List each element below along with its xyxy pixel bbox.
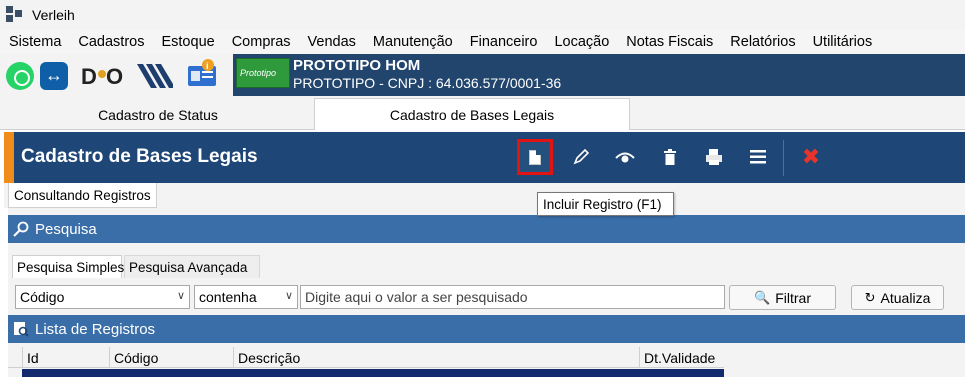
row-indicator-header bbox=[8, 347, 22, 368]
tab-consultando-registros[interactable]: Consultando Registros bbox=[8, 183, 157, 208]
form-header: Cadastro de Bases Legais ✖ bbox=[4, 132, 965, 183]
search-operator-value: contenha bbox=[199, 289, 257, 305]
menu-relatorios[interactable]: Relatórios bbox=[730, 34, 795, 50]
id-card-icon[interactable]: i bbox=[186, 58, 218, 88]
print-icon bbox=[706, 149, 722, 165]
records-grid: Id Código Descrição Dt.Validade bbox=[8, 347, 724, 377]
refresh-button-label: Atualiza bbox=[880, 289, 931, 306]
tab-pesquisa-avancada[interactable]: Pesquisa Avançada bbox=[124, 255, 260, 278]
column-header-id[interactable]: Id bbox=[22, 347, 109, 368]
search-input-placeholder: Digite aqui o valor a ser pesquisado bbox=[305, 289, 528, 305]
filter-button[interactable]: 🔍 Filtrar bbox=[729, 285, 836, 310]
menu-compras[interactable]: Compras bbox=[232, 34, 291, 50]
menu-utilitarios[interactable]: Utilitários bbox=[813, 34, 873, 50]
company-banner: Prototipo PROTOTIPO HOM PROTOTIPO - CNPJ… bbox=[233, 54, 965, 96]
new-record-button[interactable] bbox=[517, 139, 553, 175]
list-button[interactable] bbox=[740, 139, 776, 175]
print-button[interactable] bbox=[696, 139, 732, 175]
table-row[interactable] bbox=[8, 369, 724, 377]
search-section-header: Pesquisa bbox=[8, 215, 965, 243]
search-field-select[interactable]: Código ∨ bbox=[15, 285, 190, 309]
search-operator-select[interactable]: contenha ∨ bbox=[194, 285, 298, 309]
menu-estoque[interactable]: Estoque bbox=[161, 34, 214, 50]
menu-bar: Sistema Cadastros Estoque Compras Vendas… bbox=[0, 30, 965, 54]
row-indicator bbox=[8, 369, 22, 377]
delete-button[interactable] bbox=[652, 139, 688, 175]
quick-launch-bar: D O i bbox=[0, 54, 233, 96]
records-icon bbox=[13, 321, 29, 337]
menu-sistema[interactable]: Sistema bbox=[9, 34, 61, 50]
company-name: PROTOTIPO HOM bbox=[293, 57, 421, 74]
document-tabs: Cadastro de Status Cadastro de Bases Leg… bbox=[0, 96, 965, 130]
mode-tabs: Consultando Registros bbox=[4, 183, 965, 208]
toolbar-separator bbox=[783, 140, 784, 176]
view-button[interactable] bbox=[607, 139, 643, 175]
search-input[interactable]: Digite aqui o valor a ser pesquisado bbox=[300, 285, 725, 309]
svg-text:i: i bbox=[206, 61, 209, 71]
menu-financeiro[interactable]: Financeiro bbox=[470, 34, 538, 50]
svg-text:O: O bbox=[106, 64, 123, 89]
header-accent bbox=[4, 132, 14, 183]
delete-icon bbox=[664, 149, 676, 165]
search-field-value: Código bbox=[20, 289, 65, 305]
svg-text:D: D bbox=[81, 64, 96, 89]
tab-cadastro-bases-legais[interactable]: Cadastro de Bases Legais bbox=[314, 98, 630, 130]
column-header-descricao[interactable]: Descrição bbox=[233, 347, 639, 368]
chevron-down-icon: ∨ bbox=[284, 290, 293, 302]
records-section-title: Lista de Registros bbox=[35, 320, 156, 338]
filter-button-label: Filtrar bbox=[775, 289, 811, 306]
company-details: PROTOTIPO - CNPJ : 64.036.577/0001-36 bbox=[293, 75, 562, 91]
company-logo-text: Prototipo bbox=[240, 68, 277, 78]
app-icon bbox=[6, 6, 24, 24]
search-icon bbox=[13, 221, 29, 237]
close-button[interactable]: ✖ bbox=[793, 139, 829, 175]
list-icon bbox=[750, 150, 766, 164]
menu-locacao[interactable]: Locação bbox=[554, 34, 609, 50]
tab-cadastro-status[interactable]: Cadastro de Status bbox=[4, 100, 312, 130]
menu-vendas[interactable]: Vendas bbox=[308, 34, 356, 50]
dq-logo-icon[interactable]: D O bbox=[80, 62, 128, 90]
column-header-dt-validade[interactable]: Dt.Validade bbox=[639, 347, 724, 368]
column-header-codigo[interactable]: Código bbox=[109, 347, 233, 368]
search-section-title: Pesquisa bbox=[35, 220, 97, 238]
window-title: Verleih bbox=[32, 7, 75, 23]
page-title: Cadastro de Bases Legais bbox=[21, 146, 258, 167]
whatsapp-icon[interactable] bbox=[6, 62, 34, 90]
grid-header: Id Código Descrição Dt.Validade bbox=[8, 347, 724, 368]
chevron-down-icon: ∨ bbox=[176, 290, 185, 302]
title-bar: Verleih bbox=[0, 0, 965, 30]
view-icon bbox=[615, 152, 635, 163]
edit-icon bbox=[573, 148, 590, 165]
company-logo: Prototipo bbox=[236, 58, 290, 88]
edit-button[interactable] bbox=[563, 139, 599, 175]
new-record-icon bbox=[529, 149, 541, 165]
menu-notas-fiscais[interactable]: Notas Fiscais bbox=[626, 34, 713, 50]
teamviewer-icon[interactable] bbox=[40, 62, 68, 90]
tooltip: Incluir Registro (F1) bbox=[537, 192, 674, 216]
close-icon: ✖ bbox=[801, 144, 821, 169]
stripes-logo-icon[interactable] bbox=[137, 62, 173, 90]
refresh-icon: ↻ bbox=[864, 289, 876, 305]
tab-pesquisa-simples[interactable]: Pesquisa Simples bbox=[12, 255, 124, 278]
menu-cadastros[interactable]: Cadastros bbox=[78, 34, 144, 50]
magnifier-icon: 🔍 bbox=[754, 289, 771, 305]
records-section-header: Lista de Registros bbox=[8, 315, 965, 343]
menu-manutencao[interactable]: Manutenção bbox=[373, 34, 453, 50]
refresh-button[interactable]: ↻ Atualiza bbox=[851, 285, 944, 310]
